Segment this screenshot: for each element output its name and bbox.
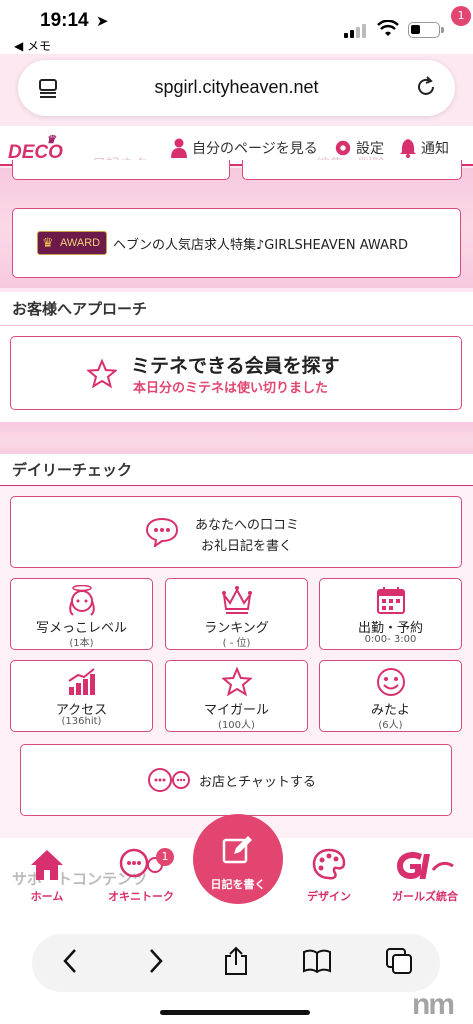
bell-icon bbox=[400, 139, 416, 158]
settings-link[interactable]: 設定 bbox=[334, 138, 384, 158]
back-to-app-link[interactable]: ◀ メモ bbox=[14, 37, 51, 54]
forward-arrow-icon[interactable] bbox=[140, 946, 170, 976]
edit-delete-card-remnant[interactable] bbox=[242, 160, 462, 180]
wifi-icon bbox=[377, 20, 399, 36]
diary-idea-card-remnant[interactable] bbox=[12, 160, 230, 180]
crown-icon: ♛ bbox=[46, 134, 56, 146]
tab-write-diary[interactable]: 日記を書く bbox=[193, 814, 283, 904]
bookmarks-icon[interactable] bbox=[302, 946, 332, 976]
my-page-label: 自分のページを見る bbox=[192, 141, 318, 157]
share-icon[interactable] bbox=[221, 946, 251, 976]
award-text: ヘブンの人気店求人特集♪GIRLSHEAVEN AWARD bbox=[113, 238, 409, 253]
house-icon bbox=[31, 850, 63, 880]
reload-icon[interactable] bbox=[415, 76, 437, 98]
tab-home-label: ホーム bbox=[30, 890, 64, 903]
ranking-button[interactable]: ランキング ( - 位) bbox=[165, 578, 308, 650]
url-text[interactable]: spgirl.cityheaven.net bbox=[18, 77, 455, 98]
notifications-link[interactable]: 通知 bbox=[399, 138, 449, 158]
pencil-icon bbox=[222, 836, 252, 864]
attendance-value: 0:00- 3:00 bbox=[364, 634, 417, 645]
find-members-title: ミテネできる会員を探す bbox=[131, 355, 340, 377]
tab-design-label: デザイン bbox=[307, 890, 351, 903]
tab-girls-integration-label: ガールズ統合 bbox=[392, 890, 458, 903]
notifications-label: 通知 bbox=[421, 141, 449, 157]
location-icon: ➤ bbox=[96, 12, 109, 30]
mitayo-value: (6人) bbox=[378, 720, 403, 731]
review-line-1: あなたへの口コミ bbox=[195, 518, 300, 533]
gear-icon bbox=[335, 140, 351, 156]
photo-level-value: (1本) bbox=[69, 638, 94, 649]
okini-talk-badge: 1 bbox=[156, 848, 174, 866]
chat-with-shop-label: お店とチャットする bbox=[199, 775, 316, 790]
award-banner[interactable]: AWARD ヘブンの人気店求人特集♪GIRLSHEAVEN AWARD bbox=[12, 208, 461, 278]
battery-icon bbox=[408, 22, 444, 38]
calendar-icon bbox=[376, 587, 405, 614]
access-button[interactable]: アクセス (136hit) bbox=[10, 660, 153, 732]
browser-toolbar bbox=[0, 912, 473, 1024]
ranking-value: ( - 位) bbox=[222, 638, 251, 649]
watermark-logo: nm bbox=[412, 988, 455, 1021]
chat-with-shop-button[interactable]: お店とチャットする bbox=[20, 744, 452, 816]
person-icon bbox=[171, 138, 187, 158]
bar-chart-icon bbox=[67, 668, 95, 695]
back-arrow-icon[interactable] bbox=[56, 946, 86, 976]
my-girl-value: (100人) bbox=[218, 720, 255, 731]
approach-heading: お客様へアプローチ bbox=[0, 292, 473, 326]
tabs-icon[interactable] bbox=[384, 946, 414, 976]
chat-bubbles-icon bbox=[148, 768, 190, 792]
divider-band bbox=[0, 422, 473, 458]
tab-okini-talk-label: オキニトーク bbox=[108, 890, 174, 903]
home-indicator bbox=[160, 1010, 310, 1015]
clock: 19:14 bbox=[40, 10, 89, 31]
crown-icon bbox=[221, 586, 252, 614]
cellular-signal-icon bbox=[344, 24, 370, 38]
award-badge: AWARD bbox=[37, 231, 107, 255]
speech-bubble-icon bbox=[145, 517, 179, 547]
my-page-link[interactable]: 自分のページを見る bbox=[170, 138, 318, 158]
star-icon bbox=[221, 667, 252, 697]
palette-icon bbox=[312, 848, 346, 880]
smile-icon bbox=[376, 668, 405, 696]
star-icon bbox=[87, 359, 117, 389]
daily-check-heading: デイリーチェック bbox=[0, 454, 473, 486]
mitayo-button[interactable]: みたよ (6人) bbox=[319, 660, 462, 732]
my-girl-button[interactable]: マイガール (100人) bbox=[165, 660, 308, 732]
angel-girl-icon bbox=[68, 585, 95, 616]
girls-logo-icon bbox=[397, 852, 454, 879]
tab-write-diary-label: 日記を書く bbox=[210, 878, 266, 891]
review-line-2: お礼日記を書く bbox=[201, 539, 293, 554]
notification-count-badge: 1 bbox=[451, 6, 471, 26]
find-members-button[interactable]: ミテネできる会員を探す 本日分のミテネは使い切りました bbox=[10, 336, 462, 410]
address-bar[interactable]: spgirl.cityheaven.net bbox=[18, 60, 455, 116]
photo-level-button[interactable]: 写メっこレベル (1本) bbox=[10, 578, 153, 650]
browser-address-area: spgirl.cityheaven.net bbox=[0, 54, 473, 126]
access-value: (136hit) bbox=[61, 716, 102, 727]
settings-label: 設定 bbox=[356, 141, 384, 157]
review-thanks-button[interactable]: あなたへの口コミ お礼日記を書く bbox=[10, 496, 462, 568]
status-bar: 19:14 ➤ ◀ メモ bbox=[0, 0, 473, 54]
attendance-button[interactable]: 出勤・予約 0:00- 3:00 bbox=[319, 578, 462, 650]
find-members-note: 本日分のミテネは使い切りました bbox=[133, 381, 329, 396]
